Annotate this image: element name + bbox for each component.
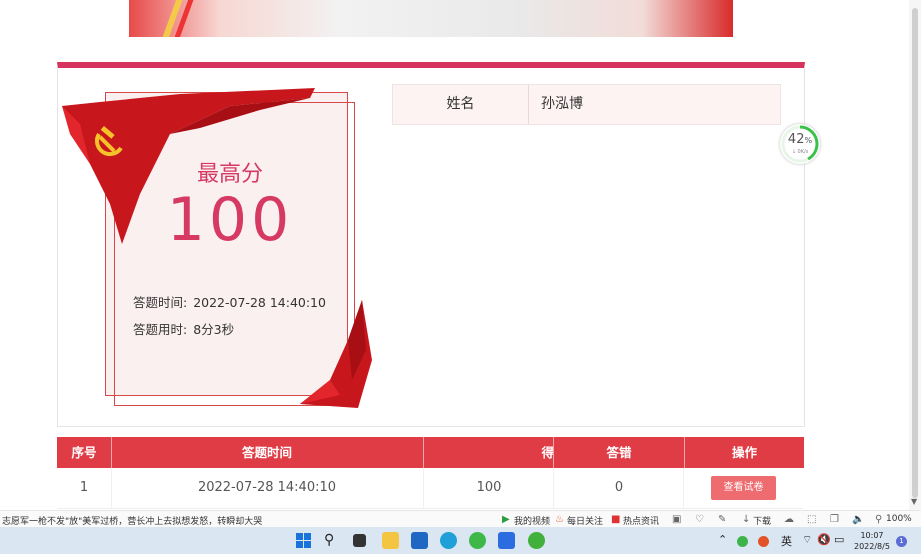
header-time: 答题时间 — [111, 437, 424, 468]
speed-percent: 42% — [787, 132, 813, 147]
file-explorer-icon[interactable] — [382, 532, 399, 549]
news-ticker[interactable]: 志愿军一枪不发"放"美军过桥，营长冲上去拟想发怒，转瞬却大哭 — [2, 514, 262, 527]
best-score-value: 100 — [166, 185, 294, 255]
page-scrollbar[interactable]: ▼ — [909, 0, 921, 510]
fire-icon: ♨ — [555, 514, 564, 525]
header-wrong: 答错 — [553, 437, 684, 468]
notification-badge[interactable]: 1 — [896, 536, 907, 547]
zoom-level[interactable]: 100% — [886, 514, 912, 524]
tray-security-icon[interactable] — [758, 536, 769, 547]
mute-icon[interactable]: 🔇 — [817, 533, 831, 546]
tray-app-icon[interactable] — [737, 536, 748, 547]
mail-icon[interactable] — [411, 532, 428, 549]
edge-browser-icon[interactable] — [440, 532, 457, 549]
screenshot-icon[interactable]: ⬚ — [807, 514, 816, 525]
best-score-label: 最高分 — [196, 162, 263, 187]
task-view-icon[interactable] — [353, 534, 366, 547]
info-table: 姓名 孙泓博 — [392, 84, 781, 125]
brush-icon[interactable]: ✎ — [718, 514, 726, 525]
answer-duration-label: 答题用时: — [133, 322, 188, 337]
cloud-icon[interactable]: ☁ — [784, 514, 794, 525]
flag-corner-icon — [300, 300, 372, 408]
volume-icon[interactable]: 🔈 — [852, 514, 864, 525]
heart-icon[interactable]: ♡ — [695, 514, 704, 525]
header-action: 操作 — [684, 437, 804, 468]
view-paper-button-main[interactable]: 查看试卷 — [711, 476, 776, 500]
my-video-link[interactable]: 我的视频 — [514, 514, 550, 527]
speed-widget[interactable]: 42% ↓ 0K/s — [780, 124, 820, 164]
wechat-icon[interactable] — [469, 532, 486, 549]
speed-rate: ↓ 0K/s — [791, 149, 809, 155]
row-score-cell: 100 — [423, 468, 554, 508]
windows-start-icon[interactable] — [295, 532, 312, 549]
header-index: 序号 — [57, 437, 112, 468]
clock[interactable]: 10:07 2022/8/5 — [854, 530, 890, 552]
top-banner — [129, 0, 733, 37]
row-index: 1 — [57, 468, 112, 508]
window-icon[interactable]: ❐ — [830, 514, 839, 525]
app-icon[interactable] — [498, 532, 515, 549]
zoom-icon: ⚲ — [875, 514, 883, 525]
hot-news-link[interactable]: 热点资讯 — [623, 514, 659, 527]
scroll-down-arrow-icon[interactable]: ▼ — [911, 497, 917, 506]
answer-duration-line: 答题用时: 8分3秒 — [133, 319, 236, 338]
row-wrong: 0 — [553, 468, 684, 508]
answer-time-label: 答题时间: — [133, 295, 188, 310]
image-icon[interactable]: ▣ — [672, 514, 681, 525]
tray-chevron-icon[interactable]: ⌃ — [718, 533, 727, 546]
battery-icon[interactable]: ▭ — [834, 533, 844, 546]
answer-time-line: 答题时间: 2022-07-28 14:40:10 — [133, 292, 328, 311]
name-value: 孙泓博 — [541, 96, 583, 112]
answer-duration-value: 8分3秒 — [193, 322, 235, 337]
download-icon[interactable]: ↓ — [742, 514, 750, 525]
answer-time-value: 2022-07-28 14:40:10 — [193, 295, 326, 310]
daily-focus-link[interactable]: 每日关注 — [567, 514, 603, 527]
name-key: 姓名 — [393, 85, 529, 124]
download-link[interactable]: 下载 — [753, 514, 771, 527]
clock-time: 10:07 — [860, 531, 884, 540]
row-time: 2022-07-28 14:40:10 — [111, 468, 424, 508]
search-icon[interactable]: ⚲ — [324, 532, 341, 549]
browser-360-icon[interactable] — [528, 532, 545, 549]
os-taskbar: ⚲ ⌃ 英 ⌔ 🔇 ▭ 10:07 2022/8/5 1 — [0, 527, 921, 554]
hot-news-icon: ■ — [611, 514, 621, 525]
video-icon: ▶ — [502, 514, 510, 525]
clock-date: 2022/8/5 — [854, 542, 890, 551]
scroll-thumb[interactable] — [912, 8, 918, 498]
ime-indicator[interactable]: 英 — [781, 533, 792, 549]
wifi-icon[interactable]: ⌔ — [802, 533, 812, 547]
browser-status-bar: 志愿军一枪不发"放"美军过桥，营长冲上去拟想发怒，转瞬却大哭 ▶ 我的视频 ♨ … — [0, 510, 921, 528]
